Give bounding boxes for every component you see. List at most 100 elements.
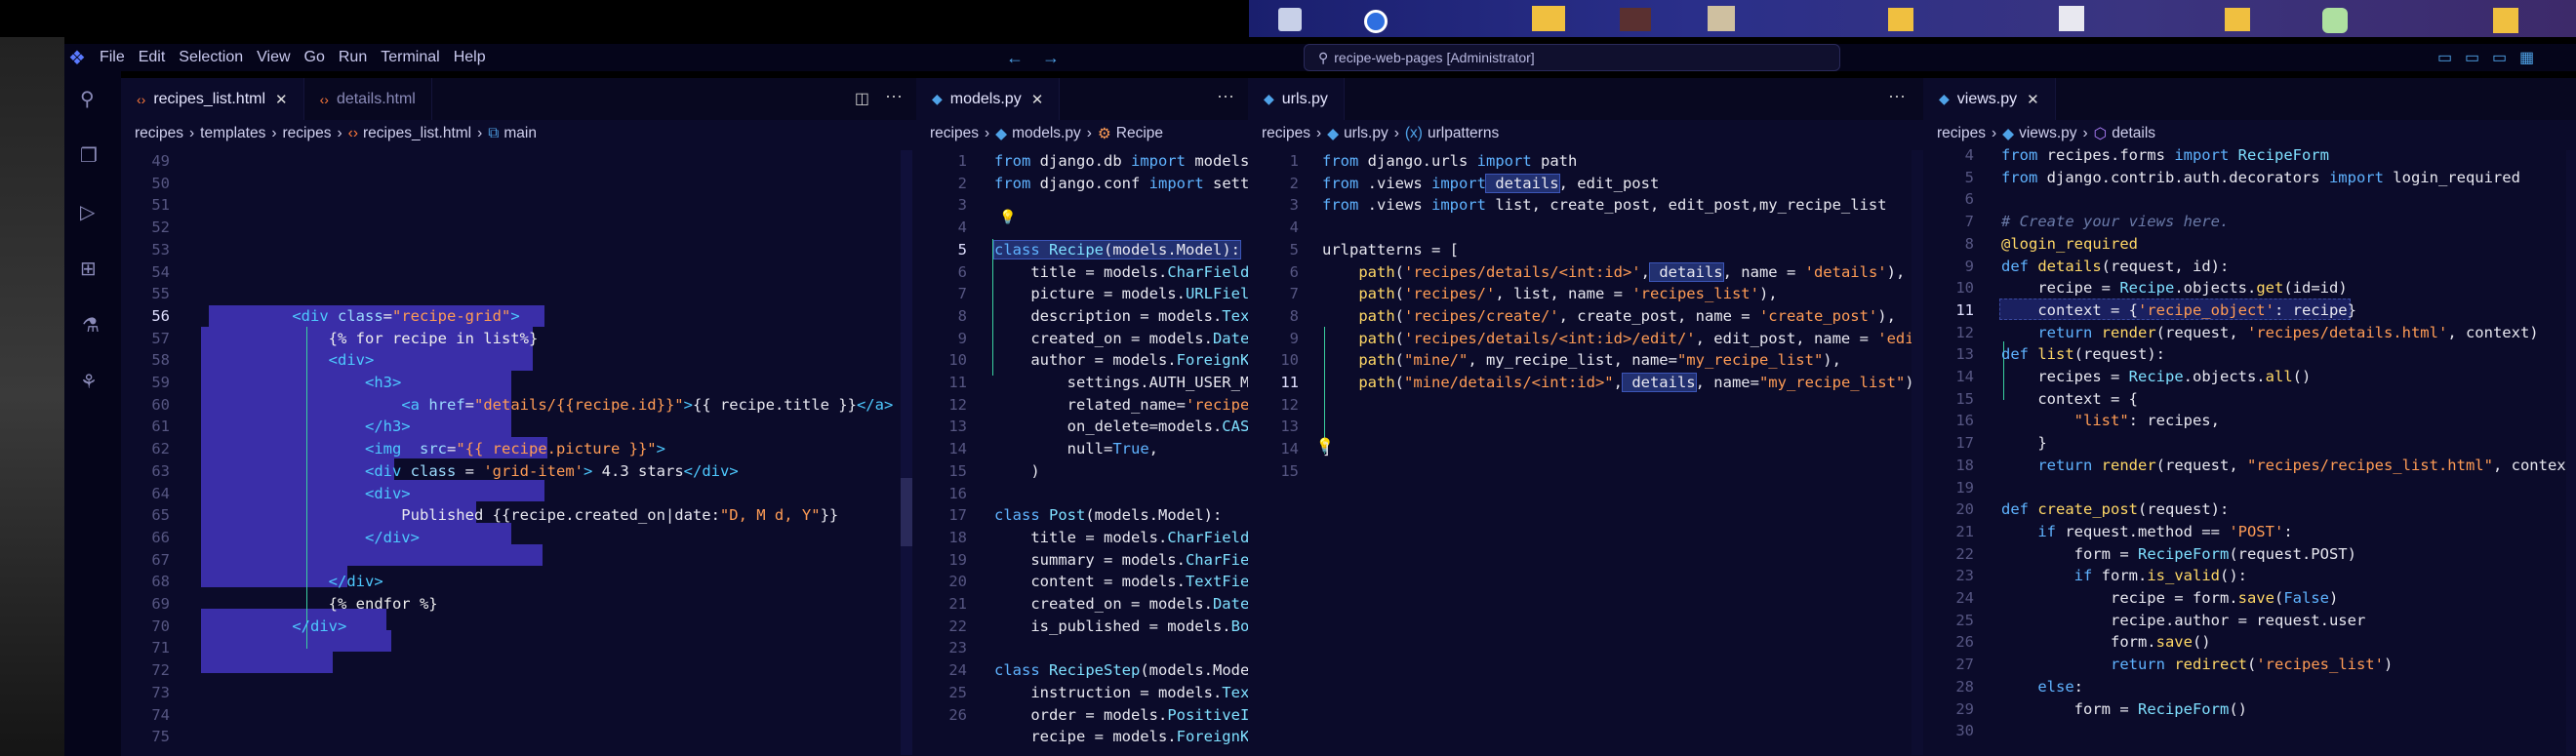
vscode-logo-icon: ❖ <box>68 47 86 69</box>
editor-models: ◆ models.py ✕ ··· recipes › ◆ models.py › ⚙ Re… <box>916 78 1248 756</box>
tab-label: views.py <box>1956 90 2018 107</box>
variable-icon: (x) <box>1404 125 1423 141</box>
breadcrumb: recipes › ◆ models.py › ⚙ Recipe <box>930 125 1164 142</box>
breadcrumb-item[interactable]: urls.py <box>1344 125 1389 142</box>
folder-icon[interactable] <box>2225 8 2250 31</box>
breadcrumb-item[interactable]: recipes <box>930 125 979 142</box>
python-file-icon: ◆ <box>1939 91 1950 106</box>
explorer-search-icon[interactable]: ⚲ <box>80 87 95 111</box>
grid-icon[interactable] <box>1708 6 1735 31</box>
breadcrumb-item[interactable]: main <box>503 125 537 142</box>
extensions-icon[interactable]: ⊞ <box>80 257 97 281</box>
breadcrumb-item[interactable]: views.py <box>2019 125 2076 142</box>
chrome-icon[interactable] <box>1364 10 1388 33</box>
breadcrumb: recipes › ◆ urls.py › (x) urlpatterns <box>1262 125 1500 142</box>
breadcrumb-item[interactable]: recipes <box>1262 125 1310 142</box>
breadcrumb-item[interactable]: recipes_list.html <box>363 125 471 142</box>
python-file-icon: ◆ <box>1327 125 1340 142</box>
source-control-icon[interactable]: ⚘ <box>80 370 98 394</box>
line-numbers: 1 2 3 4 5 6 7 8 9 10 11 12 13 14 15 16 17 18 19 20 21 22 23 24 2… <box>948 152 967 724</box>
tab-label: urls.py <box>1281 90 1328 107</box>
menu-run[interactable]: Run <box>339 49 367 66</box>
close-icon[interactable]: ✕ <box>2027 91 2039 108</box>
breadcrumb-item[interactable]: models.py <box>1012 125 1081 142</box>
menu-go[interactable]: Go <box>304 49 325 66</box>
command-center-search[interactable]: ⚲ recipe-web-pages [Administrator] <box>1304 44 1840 71</box>
editor-urls: ◆ urls.py ··· recipes › ◆ urls.py › (x) urlpa… <box>1248 78 1923 756</box>
line-numbers: 1 2 3 4 5 6 7 8 9 10 11 12 13 14 15 <box>1280 152 1299 480</box>
app-icon[interactable] <box>1620 8 1651 31</box>
more-actions-icon[interactable]: ··· <box>885 86 903 106</box>
code-content: from recipes.forms import RecipeForm from… <box>2001 146 2576 718</box>
editor-recipes-list: ‹› recipes_list.html ✕ ‹› details.html ◫ ··… <box>121 78 916 756</box>
tab-label: details.html <box>336 90 416 107</box>
run-debug-icon[interactable]: ▷ <box>80 200 95 224</box>
breadcrumb-item[interactable]: Recipe <box>1116 125 1163 142</box>
tab-models-py[interactable]: ◆ models.py ✕ <box>916 78 1061 120</box>
files-icon[interactable]: ❐ <box>80 143 98 168</box>
split-editor-icon[interactable]: ◫ <box>855 89 869 108</box>
breadcrumb: recipes › templates › recipes › ‹› recipes_l… <box>135 125 537 142</box>
menu-terminal[interactable]: Terminal <box>381 49 439 66</box>
menu-selection[interactable]: Selection <box>179 49 243 66</box>
breadcrumb-item[interactable]: recipes <box>135 125 183 142</box>
editor-views: ◆ views.py ✕ recipes › ◆ views.py › ⬡ details … <box>1923 78 2576 756</box>
editor-tabbar: ◆ urls.py ··· <box>1248 78 1923 120</box>
back-arrow-icon[interactable]: ← <box>1006 48 1024 68</box>
breadcrumb-item[interactable]: recipes <box>283 125 332 142</box>
element-icon: ⧉ <box>488 125 500 141</box>
tab-recipes-list[interactable]: ‹› recipes_list.html ✕ <box>121 78 304 120</box>
folder-icon[interactable] <box>1532 6 1565 31</box>
menu-edit[interactable]: Edit <box>139 49 166 66</box>
folder-icon[interactable] <box>1888 8 1913 31</box>
scrollbar[interactable] <box>2566 150 2576 755</box>
python-file-icon: ◆ <box>995 125 1008 142</box>
file-icon[interactable] <box>2059 6 2084 31</box>
tab-label: recipes_list.html <box>153 90 266 107</box>
breadcrumb: recipes › ◆ views.py › ⬡ details <box>1937 125 2156 142</box>
html-file-icon: ‹› <box>137 91 146 107</box>
breadcrumb-item[interactable]: details <box>2112 125 2155 142</box>
layout-toggle-icon[interactable]: ▭ <box>2437 48 2452 67</box>
menu-help[interactable]: Help <box>454 49 486 66</box>
desktop-taskbar <box>1249 0 2576 37</box>
customize-layout-icon[interactable]: ▦ <box>2519 48 2534 67</box>
tab-urls-py[interactable]: ◆ urls.py <box>1248 78 1345 120</box>
tab-details-html[interactable]: ‹› details.html <box>304 78 432 120</box>
panel-toggle-icon[interactable]: ▭ <box>2465 48 2479 67</box>
forward-arrow-icon[interactable]: → <box>1042 48 1060 68</box>
editor-tabbar: ◆ models.py ✕ ··· <box>916 78 1248 120</box>
editor-tabbar: ◆ views.py ✕ <box>1923 78 2576 120</box>
code-content: <div class="recipe-grid"> {% for recipe … <box>201 306 894 635</box>
code-content: from django.urls import path from .views … <box>1322 152 1923 458</box>
tab-views-py[interactable]: ◆ views.py ✕ <box>1923 78 2056 120</box>
scrollbar[interactable] <box>1912 150 1923 755</box>
testing-icon[interactable]: ⚗ <box>82 313 100 338</box>
breadcrumb-item[interactable]: urlpatterns <box>1428 125 1499 142</box>
python-file-icon: ◆ <box>932 91 943 106</box>
function-icon: ⬡ <box>2093 125 2108 142</box>
breadcrumb-item[interactable]: templates <box>200 125 265 142</box>
search-label: recipe-web-pages [Administrator] <box>1334 50 1535 65</box>
html-file-icon: ‹› <box>319 91 329 107</box>
editor-tabbar: ‹› recipes_list.html ✕ ‹› details.html ◫ ··… <box>121 78 916 120</box>
python-file-icon: ◆ <box>1264 91 1274 106</box>
indent-guide <box>992 239 993 376</box>
line-numbers: 4 5 6 7 8 9 10 11 12 13 14 15 16 17 18 19 20 21 22 23 24 25 26… <box>1955 146 1974 740</box>
close-icon[interactable]: ✕ <box>1031 91 1044 108</box>
menu-view[interactable]: View <box>257 49 290 66</box>
python-file-icon: ◆ <box>2002 125 2015 142</box>
sidebar-toggle-icon[interactable]: ▭ <box>2492 48 2507 67</box>
activity-bar: ⚲ ❐ ▷ ⊞ ⚗ ⚘ <box>64 71 121 756</box>
close-icon[interactable]: ✕ <box>275 91 288 108</box>
menu-file[interactable]: File <box>100 49 125 66</box>
breadcrumb-item[interactable]: recipes <box>1937 125 1986 142</box>
html-file-icon: ‹› <box>347 125 358 141</box>
desktop-background <box>0 37 64 756</box>
more-actions-icon[interactable]: ··· <box>1888 86 1906 106</box>
recycle-bin-icon[interactable] <box>1278 8 1302 31</box>
scrollbar[interactable] <box>901 150 912 755</box>
folder-icon[interactable] <box>2493 8 2518 33</box>
more-actions-icon[interactable]: ··· <box>1217 86 1234 106</box>
android-icon[interactable] <box>2322 8 2348 33</box>
